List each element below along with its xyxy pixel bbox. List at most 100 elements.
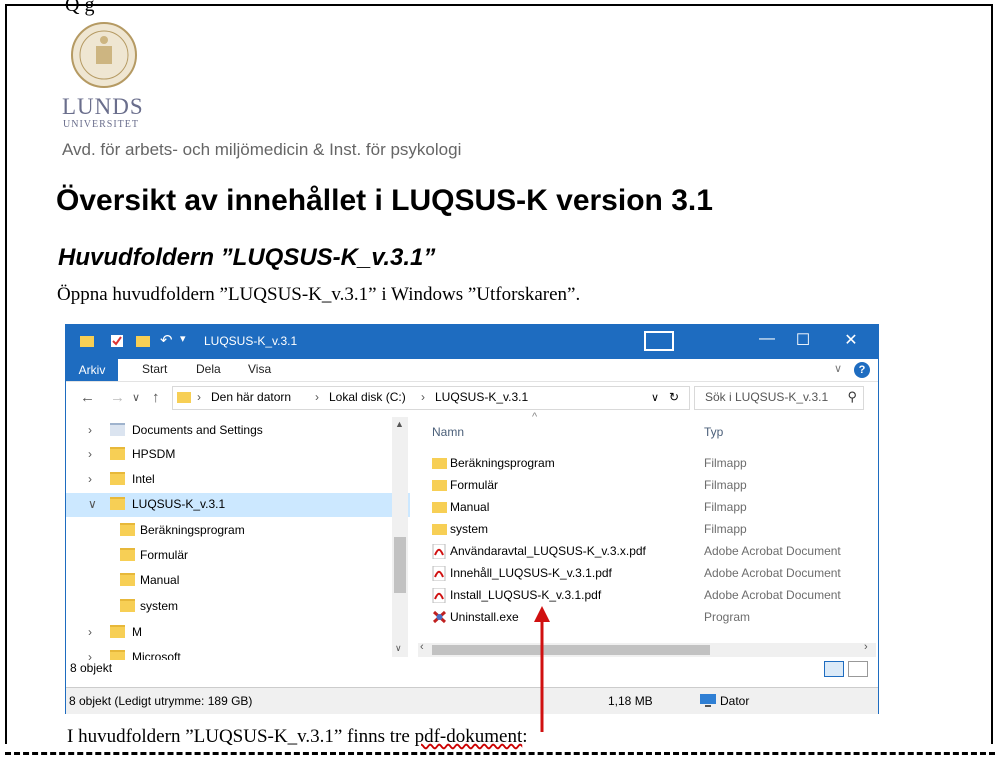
tree-item[interactable]: › Microsoft — [66, 646, 410, 660]
tree-item[interactable]: system — [66, 595, 410, 619]
chevron-right-icon[interactable]: › — [88, 447, 92, 461]
closing-paragraph-colon: : — [522, 726, 528, 747]
tree-item-label: system — [140, 599, 179, 613]
status-bar: 8 objekt (Ledigt utrymme: 189 GB) 1,18 M… — [66, 687, 878, 714]
tree-scrollbar[interactable]: ▲ ∨ — [392, 417, 408, 657]
tree-item-label: M — [132, 625, 142, 639]
chevron-right-icon[interactable]: › — [88, 423, 92, 437]
forward-icon[interactable]: → — [110, 389, 125, 406]
department-line: Avd. för arbets- och miljömedicin & Inst… — [62, 140, 462, 159]
folder-icon — [432, 500, 447, 517]
shortcut-folder-icon — [110, 423, 125, 436]
file-row[interactable]: Install_LUQSUS-K_v.3.1.pdf Adobe Acrobat… — [418, 585, 876, 607]
address-dropdown-icon[interactable]: ∨ — [651, 391, 659, 404]
tree-item[interactable]: › M — [66, 621, 410, 645]
tab-dela[interactable]: Dela — [196, 362, 221, 376]
file-name: Manual — [450, 500, 490, 514]
file-row[interactable]: Uninstall.exe Program — [418, 607, 876, 629]
undo-icon[interactable]: ↶ — [160, 331, 173, 349]
chevron-down-icon[interactable]: ▾ — [180, 332, 186, 345]
file-row[interactable]: Beräkningsprogram Filmapp — [418, 453, 876, 475]
chevron-right-icon[interactable]: › — [88, 472, 92, 486]
scroll-thumb[interactable] — [394, 537, 406, 593]
scroll-left-icon[interactable]: ‹ — [420, 641, 424, 653]
window-title: LUQSUS-K_v.3.1 — [204, 334, 298, 348]
page-break-line — [5, 752, 995, 755]
tree-item[interactable]: › Documents and Settings — [66, 419, 410, 443]
navigation-tree: › Documents and Settings › HPSDM › Intel… — [66, 417, 410, 660]
explorer-window: ↶ ▾ LUQSUS-K_v.3.1 — ☐ ✕ Arkiv Start Del… — [65, 324, 879, 714]
file-name: system — [450, 522, 489, 536]
scroll-down-icon[interactable]: ∨ — [395, 643, 402, 654]
crumb-local-disk[interactable]: Lokal disk (C:) — [329, 390, 406, 404]
pdf-icon — [432, 543, 446, 562]
crumb-separator-icon: › — [315, 390, 319, 404]
sort-up-icon: ^ — [532, 411, 538, 423]
file-name: Uninstall.exe — [450, 610, 519, 624]
column-header-type[interactable]: Typ — [704, 425, 723, 439]
search-icon: ⚲ — [847, 389, 857, 404]
maximize-button[interactable]: ☐ — [788, 330, 818, 350]
file-list: ^ Namn Typ Beräkningsprogram Filmapp For… — [418, 411, 876, 657]
file-list-scrollbar[interactable]: ‹ › — [418, 641, 876, 657]
tab-arkiv[interactable]: Arkiv — [66, 359, 118, 381]
chevron-right-icon[interactable]: › — [88, 625, 92, 639]
file-row[interactable]: Användaravtal_LUQSUS-K_v.3.x.pdf Adobe A… — [418, 541, 876, 563]
close-button[interactable]: ✕ — [836, 330, 866, 350]
new-folder-icon[interactable] — [136, 334, 150, 351]
address-bar[interactable]: › Den här datorn › Lokal disk (C:) › LUQ… — [172, 386, 690, 410]
tree-item-selected[interactable]: ∨ LUQSUS-K_v.3.1 — [66, 493, 410, 517]
folder-icon — [120, 523, 135, 536]
tree-item[interactable]: › Intel — [66, 468, 410, 492]
crumb-this-pc[interactable]: Den här datorn — [211, 390, 291, 404]
folder-icon — [80, 334, 94, 351]
tree-item[interactable]: Formulär — [66, 544, 410, 568]
file-row[interactable]: Formulär Filmapp — [418, 475, 876, 497]
status-free-space: 8 objekt (Ledigt utrymme: 189 GB) — [69, 694, 253, 708]
folder-icon — [432, 478, 447, 495]
crumb-current-folder[interactable]: LUQSUS-K_v.3.1 — [435, 390, 528, 404]
file-row[interactable]: Manual Filmapp — [418, 497, 876, 519]
file-type: Program — [704, 610, 751, 624]
ribbon-tabs: Arkiv Start Dela Visa ∨ ? — [66, 359, 878, 382]
university-seal-icon — [71, 22, 137, 88]
tree-item[interactable]: Beräkningsprogram — [66, 519, 410, 543]
scroll-right-icon[interactable]: › — [864, 641, 868, 653]
folder-icon — [177, 390, 191, 407]
crumb-separator-icon: › — [421, 390, 425, 404]
recent-chevron-icon[interactable]: ∨ — [132, 391, 140, 404]
details-view-icon[interactable] — [824, 661, 844, 677]
expand-ribbon-icon[interactable]: ∨ — [834, 362, 842, 375]
file-type: Adobe Acrobat Document — [704, 588, 841, 602]
section-heading: Huvudfoldern ”LUQSUS-K_v.3.1” — [58, 244, 436, 271]
file-type: Filmapp — [704, 500, 747, 514]
scroll-thumb[interactable] — [432, 645, 710, 655]
tree-item-label: Intel — [132, 472, 155, 486]
file-name: Innehåll_LUQSUS-K_v.3.1.pdf — [450, 566, 612, 580]
file-name: Användaravtal_LUQSUS-K_v.3.x.pdf — [450, 544, 646, 558]
tab-start[interactable]: Start — [142, 362, 167, 376]
help-icon[interactable]: ? — [854, 362, 870, 378]
closing-paragraph-text: I huvudfoldern ”LUQSUS-K_v.3.1” finns tr… — [67, 726, 415, 747]
tree-item[interactable]: › HPSDM — [66, 443, 410, 467]
back-icon[interactable]: ← — [80, 389, 95, 406]
large-icons-view-icon[interactable] — [848, 661, 868, 677]
chevron-down-icon[interactable]: ∨ — [88, 497, 97, 511]
address-row: ← → ∨ ↑ › Den här datorn › Lokal disk (C… — [66, 382, 878, 414]
refresh-icon[interactable]: ↻ — [669, 390, 679, 404]
minimize-button[interactable]: — — [752, 330, 782, 348]
file-name: Beräkningsprogram — [450, 456, 555, 470]
tree-item[interactable]: Manual — [66, 569, 410, 593]
properties-icon[interactable] — [110, 334, 124, 351]
up-icon[interactable]: ↑ — [152, 389, 160, 406]
file-row[interactable]: Innehåll_LUQSUS-K_v.3.1.pdf Adobe Acroba… — [418, 563, 876, 585]
file-row[interactable]: system Filmapp — [418, 519, 876, 541]
layout-icon[interactable] — [644, 331, 674, 351]
annotation-arrow-icon — [534, 606, 550, 732]
file-type: Filmapp — [704, 522, 747, 536]
tab-visa[interactable]: Visa — [248, 362, 271, 376]
search-input[interactable]: Sök i LUQSUS-K_v.3.1 ⚲ — [694, 386, 864, 410]
folder-icon — [120, 599, 135, 612]
column-header-name[interactable]: Namn — [432, 425, 464, 439]
scroll-up-icon[interactable]: ▲ — [395, 419, 404, 429]
